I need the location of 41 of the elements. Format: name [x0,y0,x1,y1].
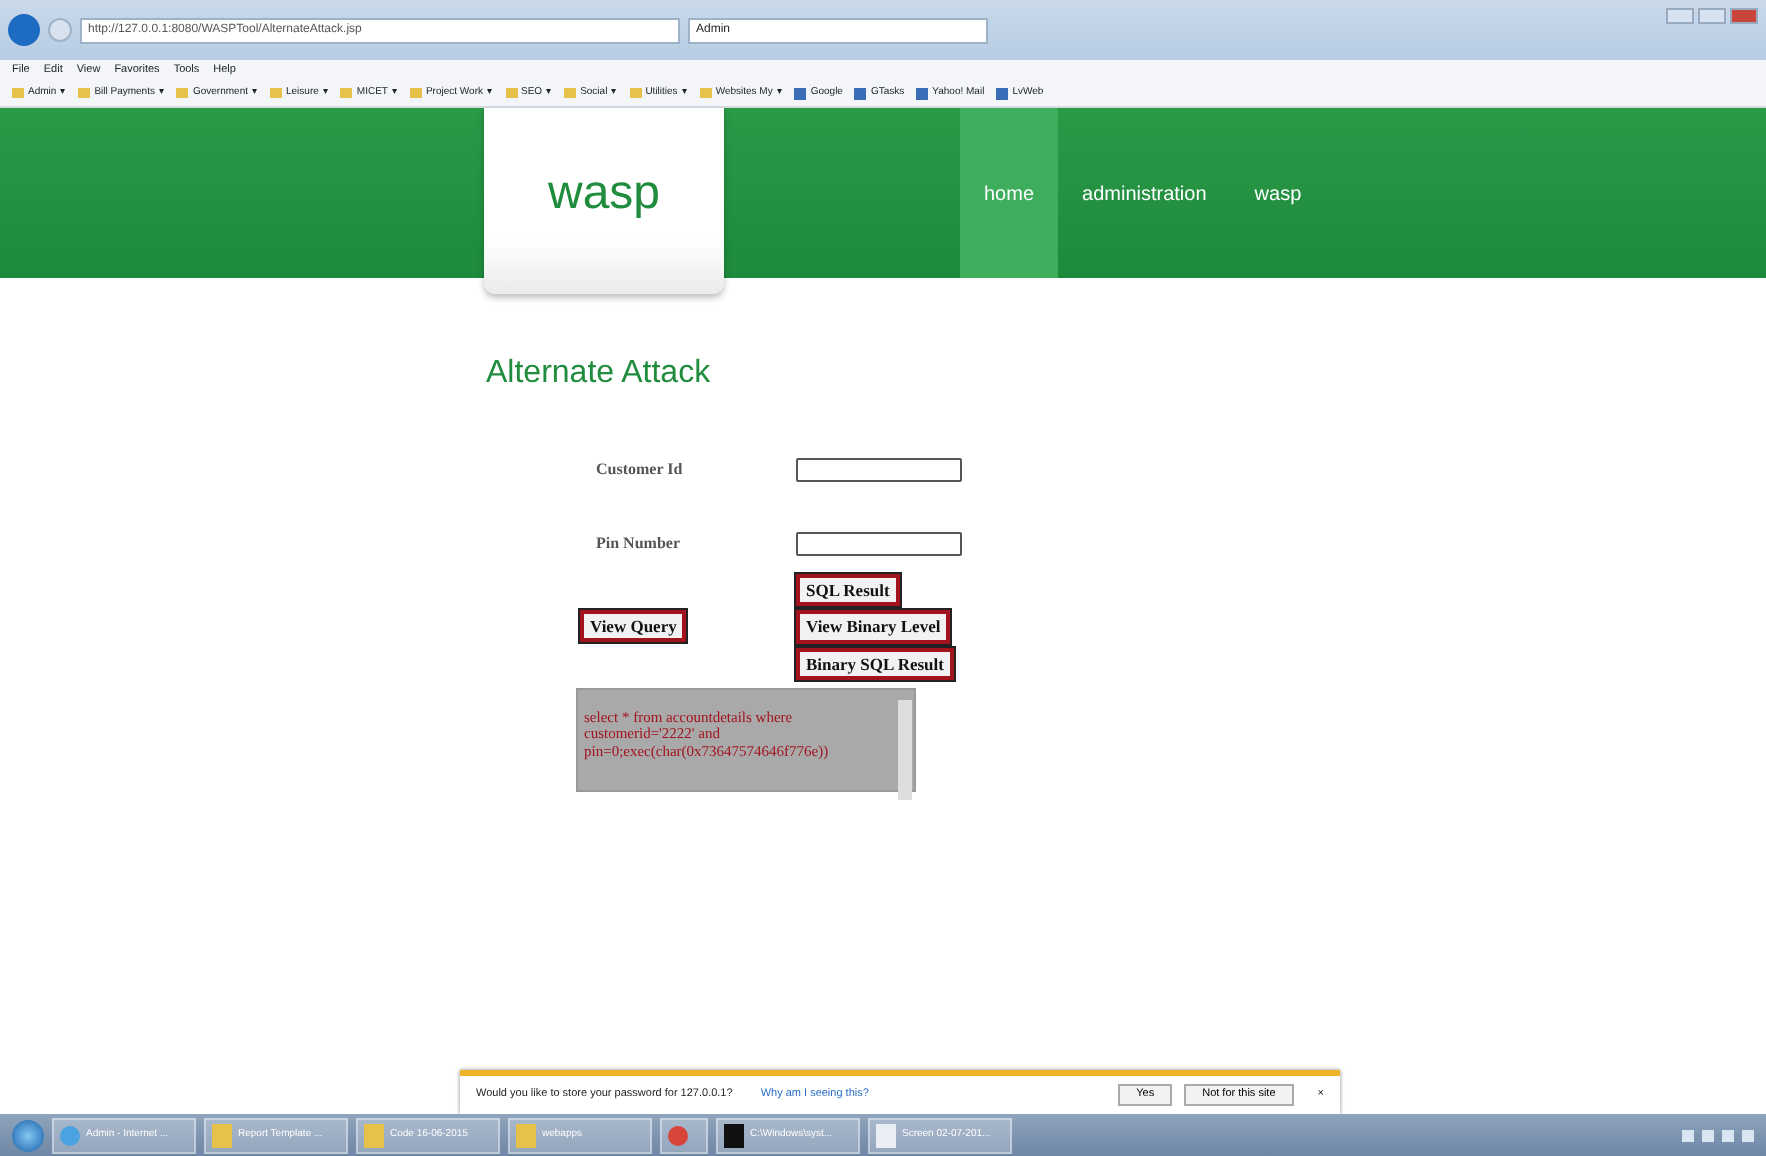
folder-icon [699,88,712,98]
folder-icon [12,88,24,98]
document-icon [876,1123,896,1147]
page-title: Alternate Attack [486,354,713,393]
folder-icon [364,1123,384,1147]
folder-icon [409,88,422,98]
browser-icon [668,1125,688,1145]
query-button[interactable]: View Query [580,610,687,643]
close-button[interactable] [1730,8,1758,24]
terminal-icon [724,1123,744,1147]
maximize-button[interactable] [1698,8,1726,24]
input-field[interactable] [796,531,962,556]
result-button[interactable]: View Binary Level [796,610,951,644]
folder-icon [270,88,282,98]
folder-icon [516,1123,536,1147]
nav-link[interactable]: wasp [1230,108,1326,278]
scrollbar[interactable] [898,699,912,800]
result-button[interactable]: SQL Result [796,574,900,607]
nav-link[interactable]: administration [1058,108,1231,278]
minimize-button[interactable] [1666,8,1694,24]
folder-icon [340,88,353,98]
result-button[interactable]: Binary SQL Result [796,647,954,680]
forward-button[interactable] [48,18,72,42]
folder-icon [78,88,91,98]
field-label: Customer Id [594,457,685,482]
page-icon [996,87,1009,99]
folder-icon [176,88,189,98]
browser-icon [60,1125,80,1145]
taskbar-button[interactable] [660,1117,708,1153]
page-icon [916,87,929,99]
start-button[interactable] [12,1119,44,1151]
folder-icon [505,88,517,98]
field-label: Pin Number [594,531,682,556]
input-field[interactable] [796,457,962,482]
folder-icon [212,1123,232,1147]
back-button[interactable] [8,14,40,46]
page-icon [854,87,867,99]
page-icon [794,87,807,99]
site-logo: wasp [484,108,724,294]
folder-icon [564,88,577,98]
folder-icon [629,88,642,98]
